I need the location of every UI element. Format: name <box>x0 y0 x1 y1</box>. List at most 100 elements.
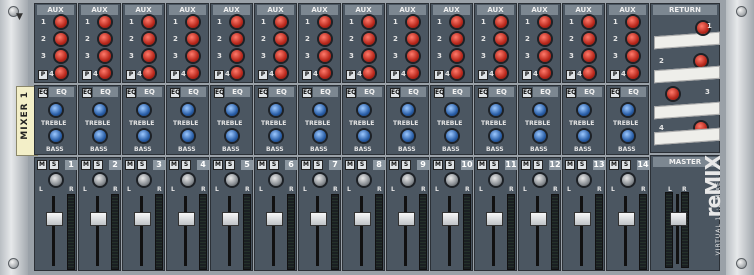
bass-knob[interactable] <box>94 130 106 142</box>
aux-knob-3[interactable] <box>495 50 507 62</box>
solo-button[interactable]: S <box>269 160 279 170</box>
treble-knob[interactable] <box>534 104 546 116</box>
mute-button[interactable]: M <box>125 160 135 170</box>
aux-knob-3[interactable] <box>231 50 243 62</box>
aux-knob-4[interactable] <box>231 67 243 79</box>
mute-button[interactable]: M <box>169 160 179 170</box>
bass-knob[interactable] <box>314 130 326 142</box>
eq-enable-button[interactable]: EQ <box>346 88 356 98</box>
bass-knob[interactable] <box>50 130 62 142</box>
eq-enable-button[interactable]: EQ <box>522 88 532 98</box>
channel-fader[interactable] <box>266 212 283 226</box>
aux-knob-2[interactable] <box>627 33 639 45</box>
treble-knob[interactable] <box>50 104 62 116</box>
eq-enable-button[interactable]: EQ <box>434 88 444 98</box>
solo-button[interactable]: S <box>181 160 191 170</box>
prefader-button[interactable]: P <box>38 70 48 80</box>
prefader-button[interactable]: P <box>566 70 576 80</box>
treble-knob[interactable] <box>182 104 194 116</box>
aux-knob-2[interactable] <box>451 33 463 45</box>
eq-enable-button[interactable]: EQ <box>82 88 92 98</box>
mute-button[interactable]: M <box>345 160 355 170</box>
treble-knob[interactable] <box>138 104 150 116</box>
mute-button[interactable]: M <box>301 160 311 170</box>
prefader-button[interactable]: P <box>390 70 400 80</box>
pan-knob[interactable] <box>138 174 150 186</box>
pan-knob[interactable] <box>358 174 370 186</box>
aux-knob-4[interactable] <box>363 67 375 79</box>
aux-knob-2[interactable] <box>275 33 287 45</box>
treble-knob[interactable] <box>314 104 326 116</box>
prefader-button[interactable]: P <box>346 70 356 80</box>
aux-knob-4[interactable] <box>99 67 111 79</box>
prefader-button[interactable]: P <box>302 70 312 80</box>
mute-button[interactable]: M <box>213 160 223 170</box>
bass-knob[interactable] <box>490 130 502 142</box>
eq-enable-button[interactable]: EQ <box>258 88 268 98</box>
aux-knob-1[interactable] <box>539 16 551 28</box>
aux-knob-2[interactable] <box>231 33 243 45</box>
bass-knob[interactable] <box>226 130 238 142</box>
solo-button[interactable]: S <box>533 160 543 170</box>
pan-knob[interactable] <box>622 174 634 186</box>
aux-knob-4[interactable] <box>187 67 199 79</box>
mute-button[interactable]: M <box>477 160 487 170</box>
channel-fader[interactable] <box>530 212 547 226</box>
aux-knob-3[interactable] <box>363 50 375 62</box>
eq-enable-button[interactable]: EQ <box>610 88 620 98</box>
aux-knob-4[interactable] <box>583 67 595 79</box>
channel-fader[interactable] <box>442 212 459 226</box>
solo-button[interactable]: S <box>621 160 631 170</box>
pan-knob[interactable] <box>534 174 546 186</box>
channel-fader[interactable] <box>46 212 63 226</box>
treble-knob[interactable] <box>270 104 282 116</box>
prefader-button[interactable]: P <box>82 70 92 80</box>
treble-knob[interactable] <box>94 104 106 116</box>
aux-knob-1[interactable] <box>275 16 287 28</box>
bass-knob[interactable] <box>446 130 458 142</box>
solo-button[interactable]: S <box>357 160 367 170</box>
fold-triangle-icon[interactable]: ▼ <box>16 12 23 22</box>
prefader-button[interactable]: P <box>434 70 444 80</box>
solo-button[interactable]: S <box>93 160 103 170</box>
pan-knob[interactable] <box>402 174 414 186</box>
aux-knob-1[interactable] <box>363 16 375 28</box>
channel-fader[interactable] <box>222 212 239 226</box>
treble-knob[interactable] <box>578 104 590 116</box>
treble-knob[interactable] <box>226 104 238 116</box>
channel-fader[interactable] <box>398 212 415 226</box>
bass-knob[interactable] <box>578 130 590 142</box>
channel-fader[interactable] <box>310 212 327 226</box>
solo-button[interactable]: S <box>137 160 147 170</box>
aux-knob-3[interactable] <box>539 50 551 62</box>
aux-knob-4[interactable] <box>451 67 463 79</box>
aux-knob-2[interactable] <box>99 33 111 45</box>
pan-knob[interactable] <box>314 174 326 186</box>
aux-knob-3[interactable] <box>451 50 463 62</box>
aux-knob-2[interactable] <box>319 33 331 45</box>
bass-knob[interactable] <box>138 130 150 142</box>
pan-knob[interactable] <box>446 174 458 186</box>
eq-enable-button[interactable]: EQ <box>302 88 312 98</box>
aux-knob-2[interactable] <box>363 33 375 45</box>
pan-knob[interactable] <box>578 174 590 186</box>
eq-enable-button[interactable]: EQ <box>478 88 488 98</box>
aux-knob-3[interactable] <box>187 50 199 62</box>
treble-knob[interactable] <box>358 104 370 116</box>
solo-button[interactable]: S <box>313 160 323 170</box>
eq-enable-button[interactable]: EQ <box>390 88 400 98</box>
aux-knob-3[interactable] <box>319 50 331 62</box>
eq-enable-button[interactable]: EQ <box>566 88 576 98</box>
aux-knob-1[interactable] <box>583 16 595 28</box>
channel-fader[interactable] <box>574 212 591 226</box>
channel-fader[interactable] <box>354 212 371 226</box>
pan-knob[interactable] <box>50 174 62 186</box>
aux-knob-3[interactable] <box>55 50 67 62</box>
aux-knob-1[interactable] <box>143 16 155 28</box>
aux-knob-1[interactable] <box>627 16 639 28</box>
channel-fader[interactable] <box>618 212 635 226</box>
pan-knob[interactable] <box>182 174 194 186</box>
prefader-button[interactable]: P <box>126 70 136 80</box>
mute-button[interactable]: M <box>257 160 267 170</box>
bass-knob[interactable] <box>358 130 370 142</box>
